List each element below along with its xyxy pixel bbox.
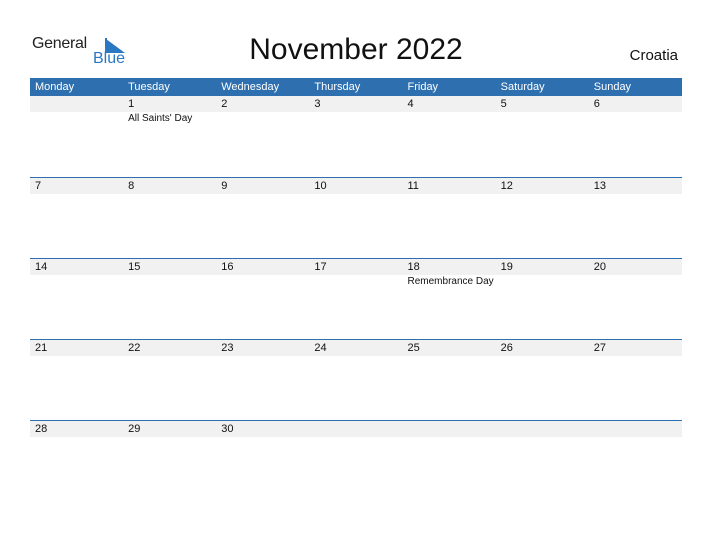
day-number: 16	[216, 259, 310, 275]
day-number: 29	[123, 421, 217, 437]
day-cell	[309, 421, 403, 501]
day-number: 14	[30, 259, 124, 275]
day-cell: 9	[216, 178, 310, 258]
calendar-grid: Monday Tuesday Wednesday Thursday Friday Satu…	[30, 78, 682, 501]
day-cell	[30, 96, 124, 177]
weekday-header-sunday: Sunday	[593, 81, 632, 93]
day-cell: 19	[495, 259, 589, 339]
day-number: 23	[216, 340, 310, 356]
weekday-header-friday: Friday	[407, 81, 439, 93]
day-cell: 30	[216, 421, 310, 501]
day-cell: 28	[30, 421, 124, 501]
day-cell: 14	[30, 259, 124, 339]
day-number	[495, 421, 589, 437]
day-cell: 27	[588, 340, 682, 420]
day-cell: 1 All Saints' Day	[123, 96, 217, 177]
day-number: 20	[588, 259, 682, 275]
weekday-header-row: Monday Tuesday Wednesday Thursday Friday Satu…	[30, 78, 682, 96]
day-number: 22	[123, 340, 217, 356]
day-number: 8	[123, 178, 217, 194]
day-number: 17	[309, 259, 403, 275]
day-number: 25	[402, 340, 496, 356]
day-cell: 8	[123, 178, 217, 258]
day-number: 3	[309, 96, 403, 112]
day-cell	[402, 421, 496, 501]
weeks-container: 1 All Saints' Day 2 3 4 5 6 7 8 9 10 11 12 13 14 15 16 17…	[30, 96, 682, 501]
day-number: 18	[402, 259, 496, 275]
day-number: 6	[588, 96, 682, 112]
page-title: November 2022	[249, 33, 463, 66]
holiday-label: Remembrance Day	[407, 276, 494, 287]
day-number: 2	[216, 96, 310, 112]
day-number: 11	[402, 178, 496, 194]
day-number: 15	[123, 259, 217, 275]
day-number: 24	[309, 340, 403, 356]
day-number: 19	[495, 259, 589, 275]
weekday-header-saturday: Saturday	[500, 81, 545, 93]
day-number	[402, 421, 496, 437]
weekday-header-wednesday: Wednesday	[221, 81, 280, 93]
day-cell: 16	[216, 259, 310, 339]
day-cell: 15	[123, 259, 217, 339]
day-cell: 22	[123, 340, 217, 420]
day-cell: 7	[30, 178, 124, 258]
week-row: 1 All Saints' Day 2 3 4 5 6	[30, 96, 682, 177]
week-row: 7 8 9 10 11 12 13	[30, 177, 682, 258]
day-cell: 25	[402, 340, 496, 420]
day-number: 5	[495, 96, 589, 112]
day-cell: 5	[495, 96, 589, 177]
day-cell: 3	[309, 96, 403, 177]
holiday-label: All Saints' Day	[128, 113, 193, 124]
day-number: 13	[588, 178, 682, 194]
day-number: 4	[402, 96, 496, 112]
day-cell: 2	[216, 96, 310, 177]
day-number: 30	[216, 421, 310, 437]
weekday-header-thursday: Thursday	[314, 81, 361, 93]
day-cell: 4	[402, 96, 496, 177]
day-number: 12	[495, 178, 589, 194]
day-number	[588, 421, 682, 437]
day-number: 10	[309, 178, 403, 194]
country-label: Croatia	[629, 47, 678, 64]
day-number: 26	[495, 340, 589, 356]
day-cell: 13	[588, 178, 682, 258]
day-cell: 17	[309, 259, 403, 339]
weekday-header-monday: Monday	[35, 81, 75, 93]
day-cell: 18 Remembrance Day	[402, 259, 496, 339]
day-cell: 10	[309, 178, 403, 258]
day-cell	[588, 421, 682, 501]
week-row: 21 22 23 24 25 26 27	[30, 339, 682, 420]
day-cell: 11	[402, 178, 496, 258]
day-cell: 6	[588, 96, 682, 177]
day-cell: 24	[309, 340, 403, 420]
day-cell: 21	[30, 340, 124, 420]
day-cell: 29	[123, 421, 217, 501]
day-number: 28	[30, 421, 124, 437]
day-cell: 23	[216, 340, 310, 420]
week-row: 14 15 16 17 18 Remembrance Day 19 20	[30, 258, 682, 339]
day-number: 1	[123, 96, 217, 112]
day-number	[30, 96, 124, 112]
day-cell: 12	[495, 178, 589, 258]
day-number	[309, 421, 403, 437]
day-cell: 20	[588, 259, 682, 339]
day-cell: 26	[495, 340, 589, 420]
day-number: 9	[216, 178, 310, 194]
day-number: 27	[588, 340, 682, 356]
weekday-header-tuesday: Tuesday	[128, 81, 170, 93]
day-number: 7	[30, 178, 124, 194]
week-row: 28 29 30	[30, 420, 682, 501]
day-number: 21	[30, 340, 124, 356]
day-cell	[495, 421, 589, 501]
